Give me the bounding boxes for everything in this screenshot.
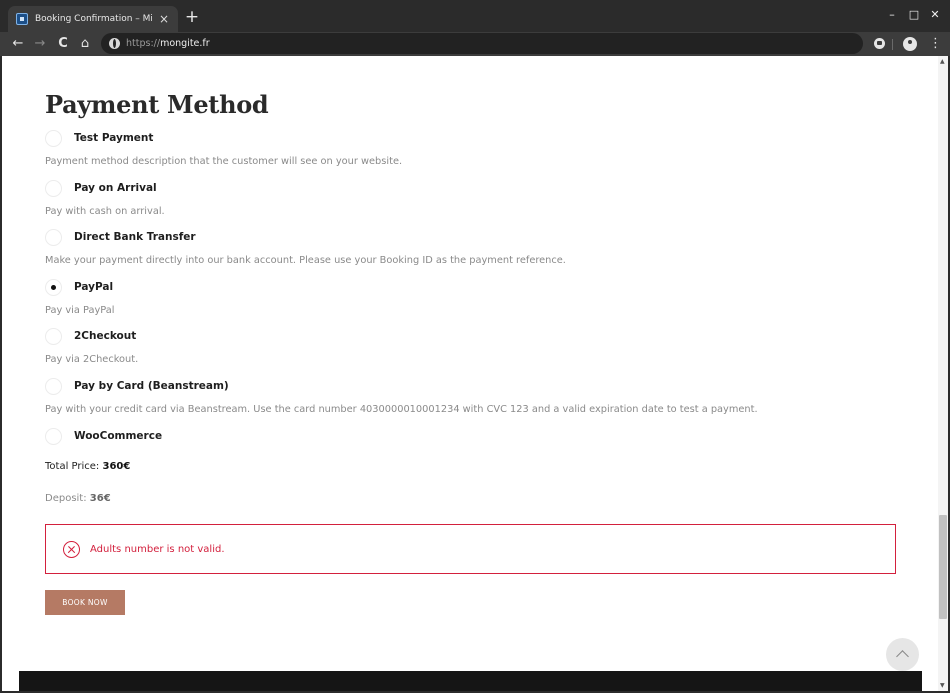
payment-option-description: Payment method description that the cust… — [45, 156, 403, 167]
payment-option-label[interactable]: Pay on Arrival — [74, 182, 157, 194]
total-price: Total Price: 360€ — [45, 461, 130, 472]
payment-option-description: Pay with your credit card via Beanstream… — [45, 404, 758, 415]
payment-radio[interactable] — [45, 377, 62, 395]
back-arrow-icon[interactable]: ← — [8, 34, 28, 54]
profile-icon[interactable] — [901, 35, 919, 53]
error-message: Adults number is not valid. — [90, 543, 225, 555]
payment-option-label[interactable]: Test Payment — [74, 132, 153, 144]
url-scheme: https:// — [126, 38, 161, 49]
tab-title: Booking Confirmation – Milenia — [35, 14, 152, 24]
address-bar[interactable]: https://mongite.fr — [101, 33, 863, 54]
page-viewport: Payment Method Test Payment Payment metho… — [2, 56, 938, 691]
back-to-top-button[interactable] — [886, 638, 919, 671]
payment-option[interactable]: Test Payment — [45, 129, 153, 147]
incognito-icon[interactable] — [871, 35, 889, 53]
new-tab-button[interactable]: + — [184, 7, 200, 27]
payment-option[interactable]: PayPal — [45, 278, 113, 296]
deposit-value: 36€ — [89, 493, 111, 504]
payment-radio[interactable] — [45, 129, 62, 147]
site-info-icon[interactable] — [109, 38, 120, 49]
page-scrollbar[interactable]: ▲ ▼ — [938, 56, 948, 691]
payment-option-label[interactable]: PayPal — [74, 281, 113, 293]
tab-strip: Booking Confirmation – Milenia × + – □ ✕ — [0, 0, 950, 32]
browser-menu-icon[interactable]: ⋮ — [929, 35, 942, 53]
payment-option-label[interactable]: Pay by Card (Beanstream) — [74, 380, 229, 392]
payment-option[interactable]: WooCommerce — [45, 427, 162, 445]
payment-option-description: Pay via 2Checkout. — [45, 354, 139, 365]
payment-option-label[interactable]: 2Checkout — [74, 330, 136, 342]
payment-radio[interactable] — [45, 327, 62, 345]
payment-option-label[interactable]: WooCommerce — [74, 430, 162, 442]
chevron-up-icon — [896, 650, 909, 663]
close-window-button[interactable]: ✕ — [927, 7, 943, 23]
payment-radio[interactable] — [45, 427, 62, 445]
deposit-label: Deposit: — [45, 493, 87, 504]
close-tab-icon[interactable]: × — [158, 12, 170, 26]
payment-option-label[interactable]: Direct Bank Transfer — [74, 231, 196, 243]
url-host: mongite.fr — [160, 38, 210, 49]
payment-option-description: Make your payment directly into our bank… — [45, 255, 566, 266]
payment-option[interactable]: Direct Bank Transfer — [45, 228, 196, 246]
payment-option[interactable]: 2Checkout — [45, 327, 136, 345]
site-favicon-icon — [16, 13, 28, 25]
error-circle-x-icon — [63, 540, 80, 558]
payment-option-description: Pay with cash on arrival. — [45, 206, 165, 217]
forward-arrow-icon[interactable]: → — [30, 34, 50, 54]
book-now-button[interactable]: BOOK NOW — [45, 590, 125, 615]
payment-radio[interactable] — [45, 278, 62, 296]
browser-toolbar: ← → C ⌂ https://mongite.fr ⋮ — [0, 32, 950, 56]
site-footer — [19, 671, 922, 691]
scroll-down-arrow-icon[interactable]: ▼ — [940, 682, 945, 689]
toolbar-divider — [892, 39, 893, 50]
total-price-value: 360€ — [102, 461, 131, 472]
url-text: https://mongite.fr — [126, 38, 210, 49]
reload-icon[interactable]: C — [53, 34, 73, 54]
page-title: Payment Method — [45, 90, 269, 119]
payment-radio[interactable] — [45, 228, 62, 246]
payment-option[interactable]: Pay on Arrival — [45, 179, 157, 197]
home-icon[interactable]: ⌂ — [75, 34, 95, 54]
total-price-label: Total Price: — [45, 461, 100, 472]
deposit: Deposit: 36€ — [45, 493, 111, 504]
minimize-window-button[interactable]: – — [884, 7, 900, 23]
payment-option[interactable]: Pay by Card (Beanstream) — [45, 377, 229, 395]
payment-option-description: Pay via PayPal — [45, 305, 115, 316]
browser-tab[interactable]: Booking Confirmation – Milenia × — [8, 6, 178, 32]
scroll-up-arrow-icon[interactable]: ▲ — [940, 58, 945, 65]
maximize-window-button[interactable]: □ — [906, 7, 922, 23]
error-notice: Adults number is not valid. — [45, 524, 896, 574]
payment-radio[interactable] — [45, 179, 62, 197]
scrollbar-thumb[interactable] — [939, 515, 947, 619]
